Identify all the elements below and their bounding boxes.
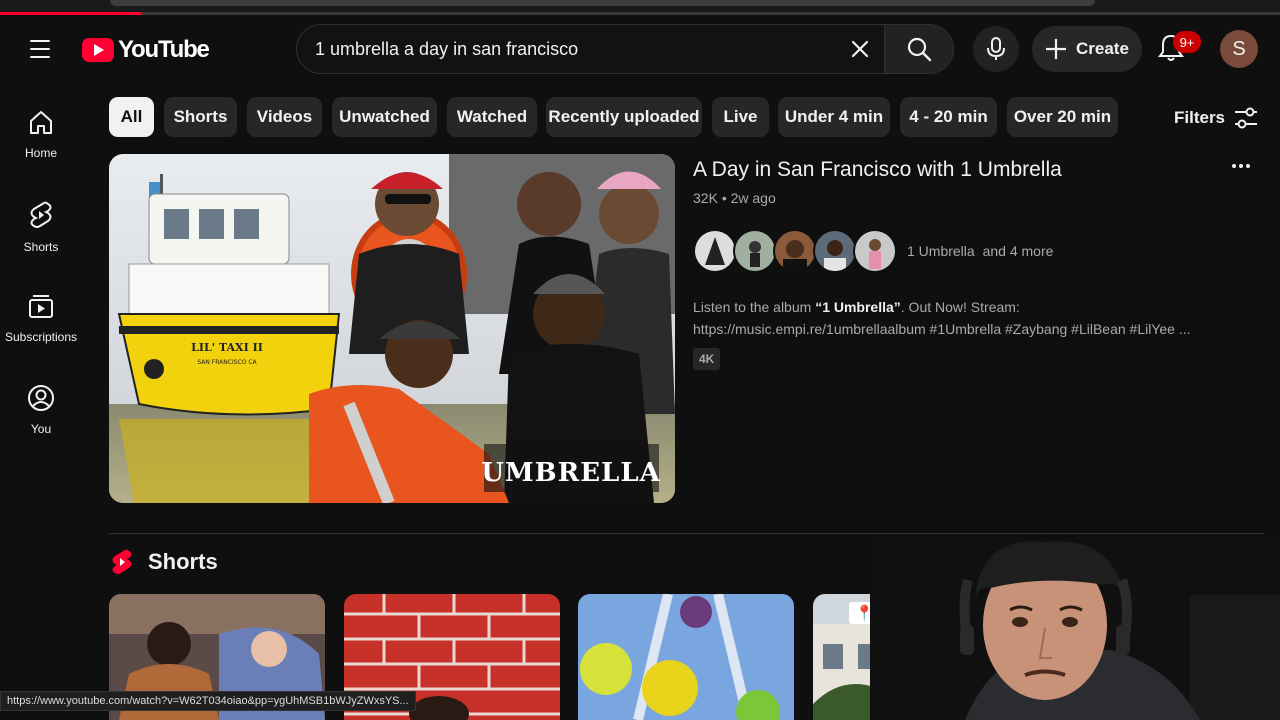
desc-prefix: Listen to the album <box>693 299 816 315</box>
microphone-icon <box>987 37 1005 60</box>
search-input[interactable] <box>315 25 835 73</box>
shorts-shelf-title: Shorts <box>148 549 218 574</box>
sidebar-item-label: Subscriptions <box>4 330 78 344</box>
close-icon <box>851 40 869 58</box>
menu-button[interactable] <box>22 34 58 64</box>
top-strip <box>0 0 1280 15</box>
more-dot-icon <box>1232 164 1236 168</box>
channel-avatar <box>693 229 737 273</box>
youtube-logo[interactable]: YouTube <box>82 36 210 64</box>
filters-label: Filters <box>1174 108 1226 127</box>
notification-count-badge: 9+ <box>1173 31 1201 53</box>
channel-avatar <box>853 229 897 273</box>
channel-avatar <box>813 229 857 273</box>
search-box <box>296 24 884 74</box>
chip-shorts[interactable]: Shorts <box>164 97 237 137</box>
home-icon <box>30 111 52 134</box>
short-thumbnail <box>578 594 794 720</box>
create-button[interactable]: Create <box>1032 26 1142 72</box>
meta-separator: • <box>721 190 731 206</box>
plus-icon <box>1046 39 1066 59</box>
menu-icon-line <box>30 48 50 50</box>
create-label: Create <box>1076 39 1129 58</box>
menu-icon-line <box>30 56 50 58</box>
sidebar-item-label: You <box>30 422 52 436</box>
boat-sign-subtext: SAN FRANCISCO CA <box>197 359 257 366</box>
more-dot-icon <box>1246 164 1250 168</box>
chip-all[interactable]: All <box>109 97 154 137</box>
link-preview-statusbar: https://www.youtube.com/watch?v=W62T034o… <box>0 691 416 711</box>
clear-search-button[interactable] <box>844 33 876 65</box>
chip-unwatched[interactable]: Unwatched <box>332 97 437 137</box>
webcam-overlay <box>870 540 1280 720</box>
top-scrollbar[interactable] <box>110 0 1095 6</box>
channel-avatar <box>773 229 817 273</box>
chip-videos[interactable]: Videos <box>247 97 322 137</box>
shorts-logo-icon <box>112 549 132 574</box>
quality-badge: 4K <box>693 348 721 370</box>
desc-bold: “1 Umbrella” <box>815 299 901 315</box>
chip-live[interactable]: Live <box>712 97 769 137</box>
sidebar-item-shorts[interactable]: Shorts <box>0 182 82 262</box>
search-button[interactable] <box>884 24 954 74</box>
voice-search-button[interactable] <box>973 26 1019 72</box>
youtube-play-icon <box>82 38 114 62</box>
menu-icon-line <box>30 40 50 42</box>
thumbnail-image: LIL' TAXI II SAN FRANCISCO CA UMBRELLA <box>109 154 675 503</box>
channel-names[interactable]: 1 Umbrella and 4 more <box>907 243 1053 259</box>
channel-avatars[interactable]: 1 Umbrella and 4 more <box>693 229 1053 273</box>
search-icon <box>907 37 932 62</box>
channel-name: 1 Umbrella <box>907 243 975 259</box>
upload-age: 2w ago <box>730 190 776 206</box>
video-meta: 32K • 2w ago <box>693 190 776 206</box>
account-avatar[interactable]: S <box>1220 30 1258 68</box>
filters-button[interactable]: Filters <box>1174 103 1259 133</box>
boat-sign-text: LIL' TAXI II <box>191 341 263 354</box>
chip-recently-uploaded[interactable]: Recently uploaded <box>546 97 702 137</box>
masthead: YouTube Create 9+ S <box>0 14 1280 84</box>
sidebar-item-label: Shorts <box>23 240 59 254</box>
you-icon <box>28 385 54 411</box>
chip-watched[interactable]: Watched <box>447 97 537 137</box>
webcam-person-image <box>870 540 1280 720</box>
video-thumbnail[interactable]: LIL' TAXI II SAN FRANCISCO CA UMBRELLA <box>109 154 675 503</box>
channel-more: and 4 more <box>982 243 1054 259</box>
sidebar-item-label: Home <box>24 146 57 160</box>
video-menu-button[interactable] <box>1228 156 1254 176</box>
video-description: Listen to the album “1 Umbrella”. Out No… <box>693 296 1253 340</box>
subscriptions-icon <box>29 295 53 318</box>
sidebar-item-home[interactable]: Home <box>0 90 82 170</box>
view-count: 32K <box>693 190 718 206</box>
logo-text: YouTube <box>118 36 210 63</box>
chip-under-4-min[interactable]: Under 4 min <box>778 97 890 137</box>
chip-4-20-min[interactable]: 4 - 20 min <box>900 97 997 137</box>
shorts-shelf-header: Shorts <box>110 548 218 576</box>
short-card[interactable] <box>578 594 794 720</box>
thumbnail-logo-text: UMBRELLA <box>481 458 661 488</box>
chip-over-20-min[interactable]: Over 20 min <box>1007 97 1118 137</box>
shorts-icon <box>30 201 52 228</box>
video-title[interactable]: A Day in San Francisco with 1 Umbrella <box>693 158 1062 182</box>
section-divider <box>109 533 1264 534</box>
channel-avatar <box>733 229 777 273</box>
sliders-icon <box>1235 107 1258 129</box>
more-dot-icon <box>1239 164 1243 168</box>
sidebar-item-subscriptions[interactable]: Subscriptions <box>0 274 82 354</box>
sidebar-item-you[interactable]: You <box>0 366 82 446</box>
